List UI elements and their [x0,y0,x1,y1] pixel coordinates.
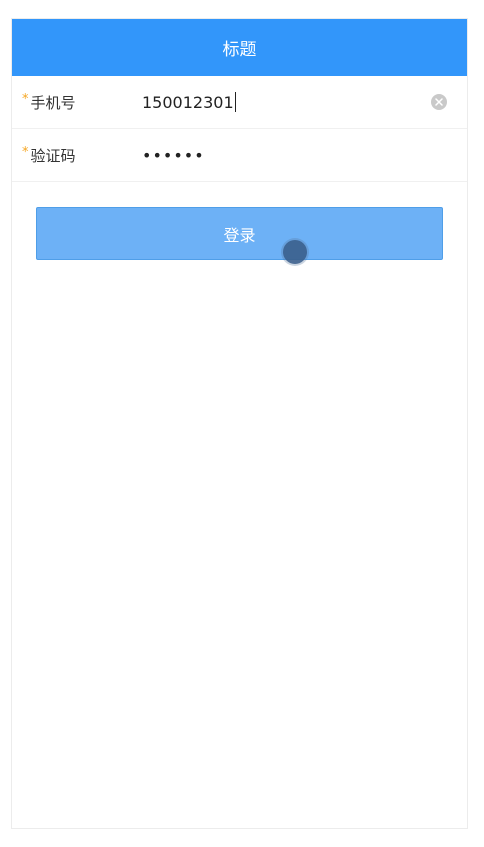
phone-value: 150012301 [142,92,234,112]
login-form: * 手机号 150012301 * 验证码 •••••• [12,76,467,182]
clear-icon[interactable] [431,94,447,110]
app-frame: 标题 * 手机号 150012301 * 验证码 •••••• 登录 [11,18,468,829]
text-caret [234,92,236,112]
phone-input[interactable]: 150012301 [142,92,236,112]
login-button-wrap: 登录 [36,207,443,264]
code-label-group: * 验证码 [22,145,76,166]
phone-label-group: * 手机号 [22,92,76,113]
tap-indicator [283,240,307,264]
code-input[interactable]: •••••• [142,146,205,165]
code-row: * 验证码 •••••• [12,129,467,182]
phone-label: 手机号 [30,93,76,112]
required-mark: * [22,91,29,107]
login-button-label: 登录 [223,225,256,245]
code-value: •••••• [142,145,205,165]
navbar: 标题 [12,19,467,76]
page-title: 标题 [222,40,257,60]
phone-row: * 手机号 150012301 [12,76,467,129]
code-label: 验证码 [30,146,76,165]
login-button[interactable]: 登录 [36,207,443,264]
required-mark: * [22,144,29,160]
close-icon [435,98,443,106]
